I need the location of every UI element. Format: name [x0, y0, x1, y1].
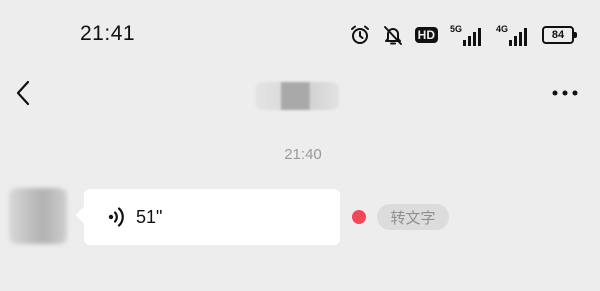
message-timestamp: 21:40: [284, 146, 322, 163]
more-dots-icon: [552, 90, 578, 96]
battery-icon: 84: [542, 26, 577, 44]
voice-wave-icon: [108, 206, 130, 228]
more-options-button[interactable]: [548, 78, 582, 108]
voice-message-bubble[interactable]: 51": [84, 189, 340, 245]
transcribe-button[interactable]: 转文字: [377, 204, 449, 230]
battery-level: 84: [551, 29, 565, 41]
alarm-icon: [349, 24, 371, 46]
chat-nav-bar: [0, 70, 600, 116]
4g-signal-icon: 4G: [496, 24, 530, 46]
status-icons: HD 5G 4G 84: [349, 24, 577, 46]
5g-signal-icon: 5G: [450, 24, 484, 46]
status-time: 21:41: [80, 22, 136, 45]
avatar[interactable]: [9, 188, 67, 244]
voice-duration: 51": [136, 206, 163, 227]
chevron-left-icon: [16, 80, 30, 106]
unread-indicator: [352, 210, 366, 224]
back-button[interactable]: [8, 74, 38, 112]
hd-voice-icon: HD: [414, 27, 438, 43]
status-bar: 21:41 HD 5G 4G 84: [0, 0, 600, 70]
contact-name-redacted: [255, 82, 339, 110]
notifications-muted-icon: [383, 24, 403, 46]
4g-label: 4G: [496, 24, 509, 34]
5g-label: 5G: [450, 24, 463, 34]
